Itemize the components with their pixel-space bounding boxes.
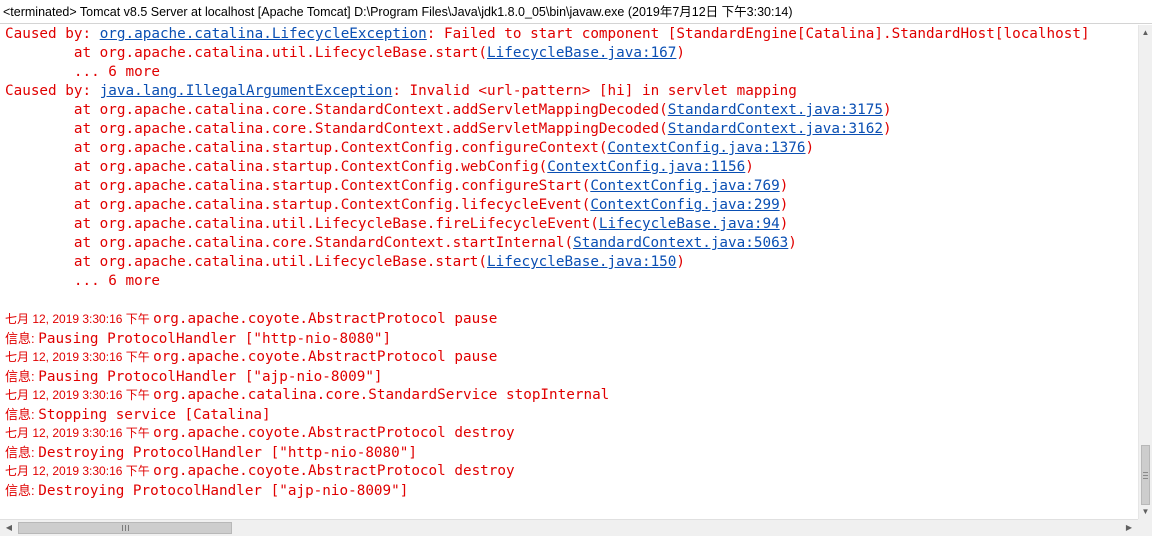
console-text: Pausing ProtocolHandler ["ajp-nio-8009"]	[38, 369, 383, 385]
console-text: at org.apache.catalina.core.StandardCont…	[5, 121, 668, 137]
console-text: at org.apache.catalina.core.StandardCont…	[5, 102, 668, 118]
console-text: Pausing ProtocolHandler ["http-nio-8080"…	[38, 331, 392, 347]
stacktrace-link[interactable]: LifecycleBase.java:94	[599, 216, 780, 232]
stacktrace-link[interactable]: java.lang.IllegalArgumentException	[100, 83, 393, 99]
scroll-up-arrow-icon[interactable]: ▲	[1139, 26, 1152, 39]
console-line: 信息: Pausing ProtocolHandler ["ajp-nio-80…	[5, 367, 383, 386]
log-timestamp: 七月 12, 2019 3:30:16 下午	[5, 350, 154, 364]
stacktrace-link[interactable]: ContextConfig.java:299	[590, 197, 779, 213]
log-timestamp: 七月 12, 2019 3:30:16 下午	[5, 464, 154, 478]
console-line: 信息: Destroying ProtocolHandler ["ajp-nio…	[5, 481, 408, 500]
console-line: ... 6 more	[5, 63, 160, 82]
console-text: )	[805, 140, 815, 156]
console-text: Caused by:	[5, 83, 100, 99]
console-text: )	[676, 45, 686, 61]
console-line: ... 6 more	[5, 272, 160, 291]
stacktrace-link[interactable]: StandardContext.java:3175	[668, 102, 883, 118]
log-level: 信息:	[5, 407, 39, 422]
log-level: 信息:	[5, 369, 39, 384]
scrollbar-corner	[1138, 519, 1152, 536]
stacktrace-link[interactable]: ContextConfig.java:769	[590, 178, 779, 194]
console-text: )	[882, 102, 892, 118]
stacktrace-link[interactable]: LifecycleBase.java:150	[487, 254, 676, 270]
console-text: Caused by:	[5, 26, 100, 42]
console-line: Caused by: org.apache.catalina.Lifecycle…	[5, 25, 1090, 44]
log-timestamp: 七月 12, 2019 3:30:16 下午	[5, 312, 154, 326]
console-text: at org.apache.catalina.util.LifecycleBas…	[5, 45, 488, 61]
log-timestamp: 七月 12, 2019 3:30:16 下午	[5, 426, 154, 440]
console-line: at org.apache.catalina.core.StandardCont…	[5, 234, 797, 253]
console-line: at org.apache.catalina.core.StandardCont…	[5, 120, 892, 139]
console-text: org.apache.coyote.AbstractProtocol destr…	[153, 425, 515, 441]
console-text: )	[779, 197, 789, 213]
console-title: <terminated> Tomcat v8.5 Server at local…	[0, 0, 1152, 24]
console-text: at org.apache.catalina.startup.ContextCo…	[5, 159, 548, 175]
console-output[interactable]: Caused by: org.apache.catalina.Lifecycle…	[0, 25, 1138, 519]
scroll-down-arrow-icon[interactable]: ▼	[1139, 505, 1152, 518]
console-text: at org.apache.catalina.startup.ContextCo…	[5, 197, 591, 213]
console-text: at org.apache.catalina.util.LifecycleBas…	[5, 216, 599, 232]
console-line: 七月 12, 2019 3:30:16 下午 org.apache.coyote…	[5, 424, 515, 443]
horizontal-scroll-thumb[interactable]	[18, 522, 232, 534]
console-text: : Failed to start component [StandardEng…	[426, 26, 1090, 42]
console-line: at org.apache.catalina.core.StandardCont…	[5, 101, 892, 120]
log-level: 信息:	[5, 331, 39, 346]
console-line: at org.apache.catalina.util.LifecycleBas…	[5, 215, 788, 234]
scroll-left-arrow-icon[interactable]: ◀	[1, 521, 17, 535]
console-line: at org.apache.catalina.startup.ContextCo…	[5, 177, 788, 196]
stacktrace-link[interactable]: StandardContext.java:3162	[668, 121, 883, 137]
console-text: Destroying ProtocolHandler ["ajp-nio-800…	[38, 483, 409, 499]
console-line: at org.apache.catalina.startup.ContextCo…	[5, 158, 754, 177]
console-text: )	[779, 216, 789, 232]
console-text: )	[788, 235, 797, 251]
console-line: Caused by: java.lang.IllegalArgumentExce…	[5, 82, 797, 101]
console-text: ... 6 more	[5, 273, 160, 289]
log-timestamp: 七月 12, 2019 3:30:16 下午	[5, 388, 154, 402]
console-line: 信息: Stopping service [Catalina]	[5, 405, 271, 424]
console-text: )	[882, 121, 892, 137]
vertical-scrollbar[interactable]: ▲ ▼	[1138, 25, 1152, 519]
console-text: org.apache.coyote.AbstractProtocol pause	[153, 349, 498, 365]
console-text: Stopping service [Catalina]	[38, 407, 271, 423]
stacktrace-link[interactable]: LifecycleBase.java:167	[487, 45, 676, 61]
stacktrace-link[interactable]: ContextConfig.java:1376	[608, 140, 806, 156]
console-text: : Invalid <url-pattern> [hi] in servlet …	[392, 83, 797, 99]
console-line: at org.apache.catalina.util.LifecycleBas…	[5, 253, 685, 272]
console-line: 七月 12, 2019 3:30:16 下午 org.apache.coyote…	[5, 462, 515, 481]
console-text: org.apache.catalina.core.StandardService…	[153, 387, 610, 403]
scroll-right-arrow-icon[interactable]: ▶	[1121, 521, 1137, 535]
vertical-scroll-thumb[interactable]	[1141, 445, 1150, 505]
stacktrace-link[interactable]: StandardContext.java:5063	[573, 235, 788, 251]
console-text: at org.apache.catalina.startup.ContextCo…	[5, 178, 591, 194]
console-line: at org.apache.catalina.startup.ContextCo…	[5, 196, 788, 215]
console-text: at org.apache.catalina.startup.ContextCo…	[5, 140, 608, 156]
console-text: )	[676, 254, 686, 270]
console-line: at org.apache.catalina.startup.ContextCo…	[5, 139, 814, 158]
console-line: 七月 12, 2019 3:30:16 下午 org.apache.coyote…	[5, 348, 497, 367]
console-text: at org.apache.catalina.core.StandardCont…	[5, 235, 574, 251]
console-text: org.apache.coyote.AbstractProtocol pause	[153, 311, 498, 327]
stacktrace-link[interactable]: ContextConfig.java:1156	[547, 159, 745, 175]
console-text: at org.apache.catalina.util.LifecycleBas…	[5, 254, 488, 270]
console-line: at org.apache.catalina.util.LifecycleBas…	[5, 44, 685, 63]
log-level: 信息:	[5, 445, 39, 460]
horizontal-scrollbar[interactable]: ◀ ▶	[0, 519, 1138, 536]
console-text: )	[745, 159, 754, 175]
console-line: 信息: Pausing ProtocolHandler ["http-nio-8…	[5, 329, 391, 348]
console-line: 七月 12, 2019 3:30:16 下午 org.apache.coyote…	[5, 310, 497, 329]
console-text: Destroying ProtocolHandler ["http-nio-80…	[38, 445, 417, 461]
stacktrace-link[interactable]: org.apache.catalina.LifecycleException	[100, 26, 427, 42]
console-text: ... 6 more	[5, 64, 160, 80]
log-level: 信息:	[5, 483, 39, 498]
console-line: 信息: Destroying ProtocolHandler ["http-ni…	[5, 443, 417, 462]
console-text: org.apache.coyote.AbstractProtocol destr…	[153, 463, 515, 479]
console-text: )	[779, 178, 789, 194]
console-line: 七月 12, 2019 3:30:16 下午 org.apache.catali…	[5, 386, 609, 405]
